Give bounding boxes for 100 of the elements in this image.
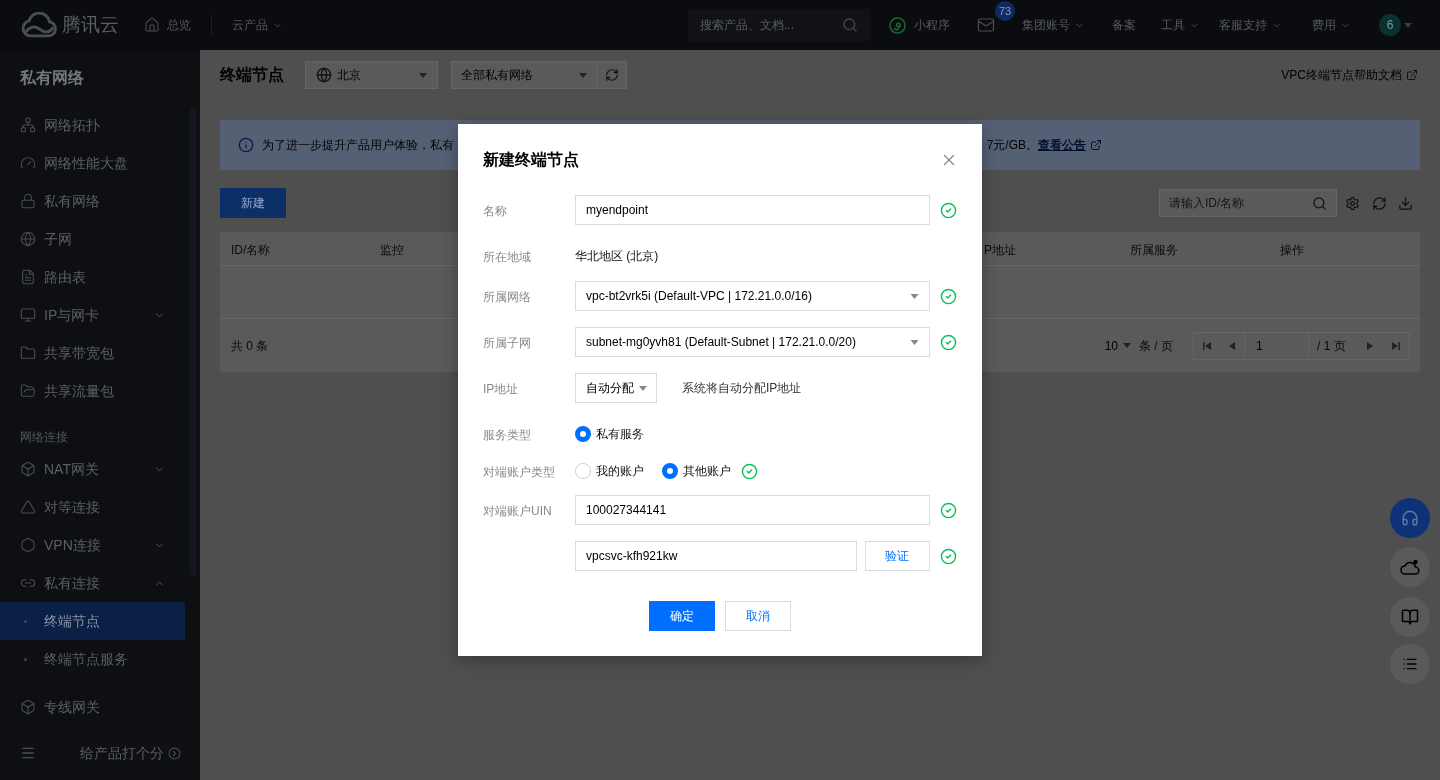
radio-option[interactable]: 我的账户 <box>575 462 644 480</box>
search-icon <box>842 17 858 33</box>
caret-icon <box>419 72 427 78</box>
field-label: 所在地域 <box>483 250 531 264</box>
document-icon <box>20 269 36 285</box>
help-doc-link[interactable]: VPC终端节点帮助文档 <box>1281 66 1418 84</box>
circled-swirl-icon <box>889 16 906 34</box>
field-value: 华北地区 (北京) <box>575 248 659 265</box>
info-icon <box>238 137 254 153</box>
sidebar-item[interactable]: 专线网关 <box>0 688 185 726</box>
sidebar-item[interactable]: VPN连接 <box>0 526 185 564</box>
notification-badge: 73 <box>995 1 1015 21</box>
previous-page-icon <box>1228 341 1235 350</box>
home-icon <box>144 17 160 33</box>
total-count: 共 0 条 <box>231 337 269 355</box>
menu-icon[interactable] <box>20 745 36 761</box>
search-field[interactable]: 请输入ID/名称 <box>1159 189 1337 217</box>
notice-text: 7元/GB。 <box>986 137 1038 154</box>
sidebar-section-heading: 网络连接 <box>20 430 69 444</box>
lock-icon <box>20 193 36 209</box>
region-select[interactable]: 北京 <box>305 61 438 89</box>
text-input[interactable]: vpcsvc-kfh921kw <box>575 541 857 571</box>
radio-option[interactable]: 其他账户 <box>662 462 731 480</box>
text-input[interactable]: 100027344141 <box>575 495 930 525</box>
sidebar-item[interactable]: 网络性能大盘 <box>0 144 185 182</box>
mail-icon <box>977 16 995 34</box>
mail-button[interactable] <box>977 16 995 34</box>
sidebar-item[interactable]: 路由表 <box>0 258 185 296</box>
avatar[interactable]: 6 <box>1379 14 1401 36</box>
sidebar-item[interactable]: 网络拓扑 <box>0 106 185 144</box>
sidebar-title: 私有网络 <box>20 68 85 88</box>
field-label: 对端账户类型 <box>483 465 555 479</box>
text-input[interactable]: myendpoint <box>575 195 930 225</box>
top-menu[interactable]: 工具 <box>1161 16 1200 34</box>
vpc-select[interactable]: 全部私有网络 <box>451 61 597 89</box>
next-page-icon <box>1367 341 1373 350</box>
page-size-select[interactable]: 10 <box>1104 336 1131 355</box>
download-icon[interactable] <box>1398 195 1413 211</box>
network-icon <box>20 117 36 133</box>
sidebar-item[interactable]: NAT网关 <box>0 450 185 488</box>
external-link-icon <box>1406 69 1418 81</box>
external-link-icon <box>1090 139 1102 151</box>
cloud-icon <box>1400 559 1420 575</box>
sidebar-item[interactable]: 对等连接 <box>0 488 185 526</box>
field-label: 对端账户UIN <box>483 504 552 518</box>
page-size-unit: 条 / 页 <box>1139 337 1173 355</box>
field-note: 系统将自动分配IP地址 <box>682 380 802 397</box>
sidebar-item[interactable]: 子网 <box>0 220 185 258</box>
page-input[interactable]: 1 <box>1244 332 1309 359</box>
search-field[interactable]: 搜索产品、文档... <box>688 9 870 41</box>
refresh-icon <box>604 68 619 82</box>
open-folder-icon <box>20 383 36 399</box>
sidebar-item[interactable]: 共享流量包 <box>0 372 185 410</box>
headset-icon <box>1401 509 1419 527</box>
top-menu[interactable]: 集团账号 <box>1022 16 1085 34</box>
products-menu[interactable]: 云产品 <box>232 16 283 34</box>
sidebar-item[interactable]: 私有连接 <box>0 564 185 602</box>
mini-program-link[interactable]: 小程序 <box>889 16 950 34</box>
caret-icon <box>639 385 647 391</box>
bullet-dot-icon <box>24 657 27 661</box>
top-menu[interactable]: 备案 <box>1112 16 1136 34</box>
rate-product-link[interactable]: 给产品打个分 <box>80 742 181 764</box>
page-title: 终端节点 <box>220 65 284 85</box>
refresh-button[interactable] <box>597 61 627 89</box>
column-header: 操作 <box>1280 242 1304 257</box>
sidebar-subitem[interactable]: 终端节点 <box>0 602 185 640</box>
sidebar-item[interactable]: 共享带宽包 <box>0 334 185 372</box>
monitor-icon <box>20 307 36 323</box>
list-icon <box>1402 656 1418 672</box>
caret-icon <box>910 293 919 299</box>
sidebar-subitem[interactable]: 终端节点服务 <box>0 640 185 678</box>
announcement-link[interactable]: 查看公告 <box>1038 136 1086 154</box>
sidebar-item[interactable]: 私有网络 <box>0 182 185 220</box>
dropdown-select[interactable]: vpc-bt2vrk5i (Default-VPC | 172.21.0.0/16) <box>575 281 930 311</box>
caret-icon <box>910 339 919 345</box>
create-button[interactable]: 新建 <box>220 188 286 218</box>
field-label: 所属子网 <box>483 336 531 350</box>
top-menu[interactable]: 费用 <box>1312 16 1351 34</box>
column-header: P地址 <box>984 242 1016 257</box>
cancel-button[interactable]: 取消 <box>725 601 791 631</box>
settings-icon[interactable] <box>1345 195 1360 211</box>
sidebar-item[interactable]: IP与网卡 <box>0 296 185 334</box>
cloud-logo-icon <box>20 12 58 38</box>
verify-button[interactable]: 验证 <box>864 541 930 571</box>
caret-icon <box>579 72 587 78</box>
bullet-dot-icon <box>24 619 27 623</box>
search-icon <box>1312 195 1327 211</box>
refresh-icon[interactable] <box>1372 195 1387 211</box>
radio-option[interactable]: 私有服务 <box>575 425 644 443</box>
overview-link[interactable]: 总览 <box>144 16 191 34</box>
dialog-title: 新建终端节点 <box>483 150 579 170</box>
field-label: 名称 <box>483 204 507 218</box>
hexagon-icon <box>20 537 36 553</box>
confirm-button[interactable]: 确定 <box>649 601 715 631</box>
dropdown-select[interactable]: 自动分配 <box>575 373 657 403</box>
field-label: IP地址 <box>483 382 519 396</box>
folder-icon <box>20 345 36 361</box>
triangle-icon <box>20 499 36 515</box>
top-menu[interactable]: 客服支持 <box>1219 16 1282 34</box>
dropdown-select[interactable]: subnet-mg0yvh81 (Default-Subnet | 172.21.0.0/20) <box>575 327 930 357</box>
